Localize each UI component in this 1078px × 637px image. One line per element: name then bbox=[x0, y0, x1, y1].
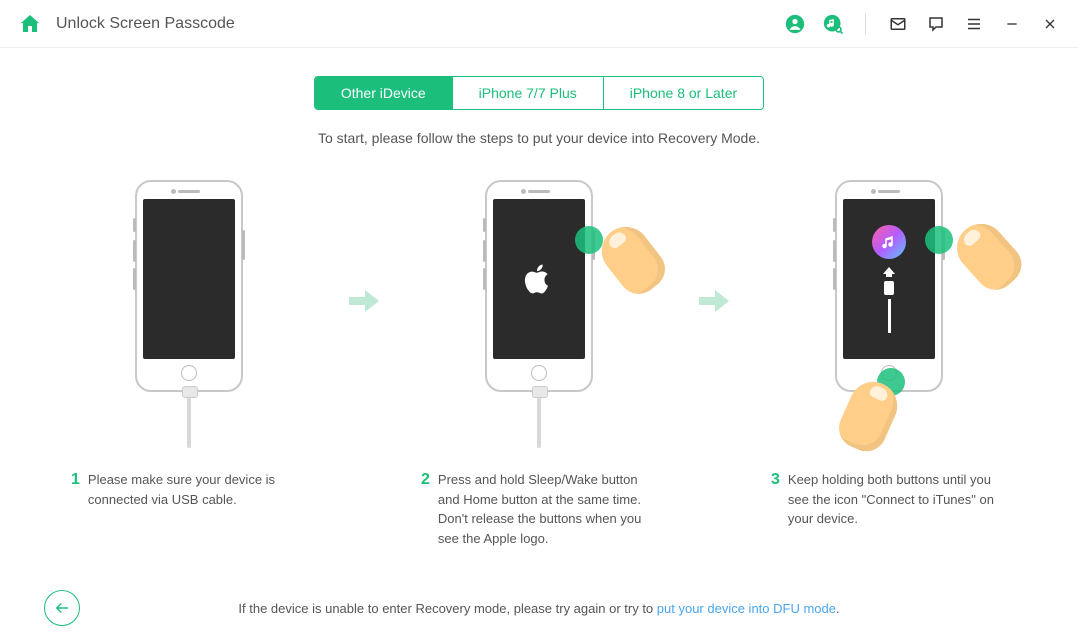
press-indicator-icon bbox=[575, 226, 603, 254]
apple-logo-icon bbox=[524, 262, 554, 296]
step-1: 1 Please make sure your device is connec… bbox=[39, 180, 339, 509]
arrow-right-icon bbox=[689, 290, 739, 312]
close-icon[interactable] bbox=[1040, 14, 1060, 34]
account-icon[interactable] bbox=[785, 14, 805, 34]
press-indicator-icon bbox=[925, 226, 953, 254]
device-tabbar: Other iDevice iPhone 7/7 Plus iPhone 8 o… bbox=[314, 76, 764, 110]
step-2: 2 Press and hold Sleep/Wake button and H… bbox=[389, 180, 689, 548]
feedback-icon[interactable] bbox=[926, 14, 946, 34]
main-content: Other iDevice iPhone 7/7 Plus iPhone 8 o… bbox=[0, 48, 1078, 548]
titlebar-actions bbox=[785, 13, 1060, 35]
menu-icon[interactable] bbox=[964, 14, 984, 34]
tab-iphone-7[interactable]: iPhone 7/7 Plus bbox=[452, 77, 603, 109]
footer-prefix: If the device is unable to enter Recover… bbox=[238, 601, 656, 616]
back-button[interactable] bbox=[44, 590, 80, 626]
titlebar: Unlock Screen Passcode bbox=[0, 0, 1078, 48]
step-text: Please make sure your device is connecte… bbox=[88, 470, 307, 509]
home-icon[interactable] bbox=[18, 12, 42, 36]
phone-illustration bbox=[135, 180, 243, 392]
music-search-icon[interactable] bbox=[823, 14, 843, 34]
tab-iphone-8-later[interactable]: iPhone 8 or Later bbox=[603, 77, 763, 109]
footer: If the device is unable to enter Recover… bbox=[0, 579, 1078, 637]
step-3: 3 Keep holding both buttons until you se… bbox=[739, 180, 1039, 529]
step-number: 1 bbox=[71, 470, 80, 509]
step-text: Press and hold Sleep/Wake button and Hom… bbox=[438, 470, 657, 548]
footer-suffix: . bbox=[836, 601, 840, 616]
divider bbox=[865, 13, 866, 35]
finger-icon bbox=[592, 217, 673, 302]
mail-icon[interactable] bbox=[888, 14, 908, 34]
step-number: 3 bbox=[771, 470, 780, 529]
itunes-icon bbox=[872, 225, 906, 259]
page-title: Unlock Screen Passcode bbox=[56, 15, 235, 33]
arrow-right-icon bbox=[339, 290, 389, 312]
phone-illustration bbox=[485, 180, 593, 392]
dfu-mode-link[interactable]: put your device into DFU mode bbox=[657, 601, 836, 616]
connect-arrow-icon bbox=[883, 267, 895, 333]
finger-icon bbox=[947, 214, 1030, 298]
step-number: 2 bbox=[421, 470, 430, 548]
minimize-icon[interactable] bbox=[1002, 14, 1022, 34]
instruction-subtitle: To start, please follow the steps to put… bbox=[0, 130, 1078, 146]
usb-cable-icon bbox=[187, 394, 191, 448]
phone-illustration bbox=[835, 180, 943, 392]
tab-other-idevice[interactable]: Other iDevice bbox=[315, 77, 452, 109]
footer-text: If the device is unable to enter Recover… bbox=[238, 601, 839, 616]
usb-cable-icon bbox=[537, 394, 541, 448]
step-text: Keep holding both buttons until you see … bbox=[788, 470, 1007, 529]
steps-row: 1 Please make sure your device is connec… bbox=[0, 180, 1078, 548]
